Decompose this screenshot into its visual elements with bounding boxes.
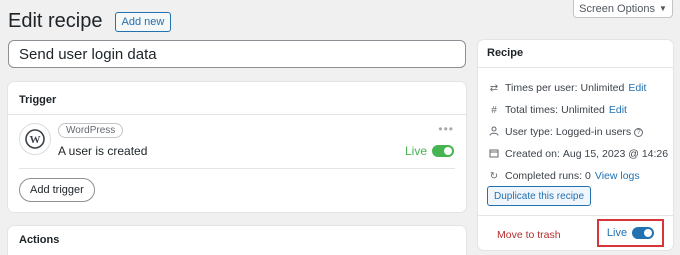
repeat-icon: ⇄ bbox=[489, 82, 499, 94]
user-type-label: User type: bbox=[505, 126, 553, 138]
wordpress-logo-icon: W bbox=[19, 123, 51, 155]
toggle-switch-icon bbox=[632, 227, 655, 239]
recipe-meta-list: ⇄ Times per user: Unlimited Edit # Total… bbox=[487, 77, 668, 187]
hash-icon: # bbox=[491, 104, 497, 116]
recipe-sidebar-panel: Recipe ⇄ Times per user: Unlimited Edit … bbox=[478, 40, 673, 250]
trigger-panel: Trigger W WordPress A user is created ••… bbox=[8, 82, 466, 212]
divider bbox=[19, 168, 455, 169]
integration-badge: WordPress bbox=[58, 123, 124, 138]
more-options-icon[interactable]: ••• bbox=[438, 122, 454, 136]
help-icon[interactable]: ? bbox=[634, 127, 644, 137]
total-times-label: Total times: bbox=[505, 104, 559, 116]
created-on-value: Aug 15, 2023 @ 14:26 bbox=[562, 148, 669, 160]
total-times-edit-link[interactable]: Edit bbox=[609, 104, 627, 116]
trigger-live-toggle[interactable]: Live bbox=[405, 144, 454, 158]
page-title: Edit recipe bbox=[8, 10, 103, 32]
divider bbox=[8, 114, 466, 115]
created-on-label: Created on: bbox=[505, 148, 560, 160]
recipe-live-label: Live bbox=[606, 227, 628, 239]
add-trigger-button[interactable]: Add trigger bbox=[19, 178, 95, 202]
times-per-user-row: ⇄ Times per user: Unlimited Edit bbox=[487, 77, 668, 99]
duplicate-recipe-button[interactable]: Duplicate this recipe bbox=[487, 186, 592, 206]
trigger-panel-title: Trigger bbox=[19, 94, 57, 106]
times-per-user-edit-link[interactable]: Edit bbox=[628, 82, 646, 94]
add-new-button[interactable]: Add new bbox=[114, 11, 172, 32]
total-times-value: Unlimited bbox=[561, 104, 605, 116]
screen-options-label: Screen Options bbox=[579, 2, 655, 15]
actions-panel: Actions bbox=[8, 226, 466, 255]
caret-down-icon: ▼ bbox=[658, 4, 667, 13]
page-header: Edit recipe Add new bbox=[8, 10, 172, 33]
svg-text:W: W bbox=[30, 134, 41, 146]
toggle-switch-icon bbox=[432, 145, 454, 157]
divider bbox=[478, 215, 673, 216]
recipe-panel-title: Recipe bbox=[487, 47, 524, 59]
recipe-live-toggle[interactable]: Live bbox=[597, 219, 664, 247]
move-to-trash-link[interactable]: Move to trash bbox=[497, 229, 561, 241]
user-type-value: Logged-in users bbox=[555, 126, 632, 138]
actions-panel-title: Actions bbox=[19, 234, 60, 246]
user-icon bbox=[487, 126, 501, 139]
calendar-icon bbox=[487, 148, 501, 161]
completed-runs-value: 0 bbox=[585, 170, 591, 182]
view-logs-link[interactable]: View logs bbox=[595, 170, 640, 182]
created-on-row: Created on: Aug 15, 2023 @ 14:26 bbox=[487, 143, 668, 165]
total-times-row: # Total times: Unlimited Edit bbox=[487, 99, 668, 121]
user-type-row: User type: Logged-in users ? bbox=[487, 121, 668, 143]
trigger-live-label: Live bbox=[404, 144, 427, 158]
times-per-user-value: Unlimited bbox=[580, 82, 625, 94]
completed-runs-label: Completed runs: bbox=[505, 170, 583, 182]
divider bbox=[478, 67, 673, 68]
recipe-title-value: Send user login data bbox=[19, 45, 157, 63]
recipe-title-input[interactable]: Send user login data bbox=[8, 40, 466, 68]
times-per-user-label: Times per user: bbox=[505, 82, 578, 94]
screen-options-button[interactable]: Screen Options ▼ bbox=[573, 0, 673, 18]
refresh-icon: ↻ bbox=[489, 170, 499, 182]
trigger-sentence[interactable]: A user is created bbox=[58, 144, 147, 158]
completed-runs-row: ↻ Completed runs: 0 View logs bbox=[487, 165, 668, 187]
